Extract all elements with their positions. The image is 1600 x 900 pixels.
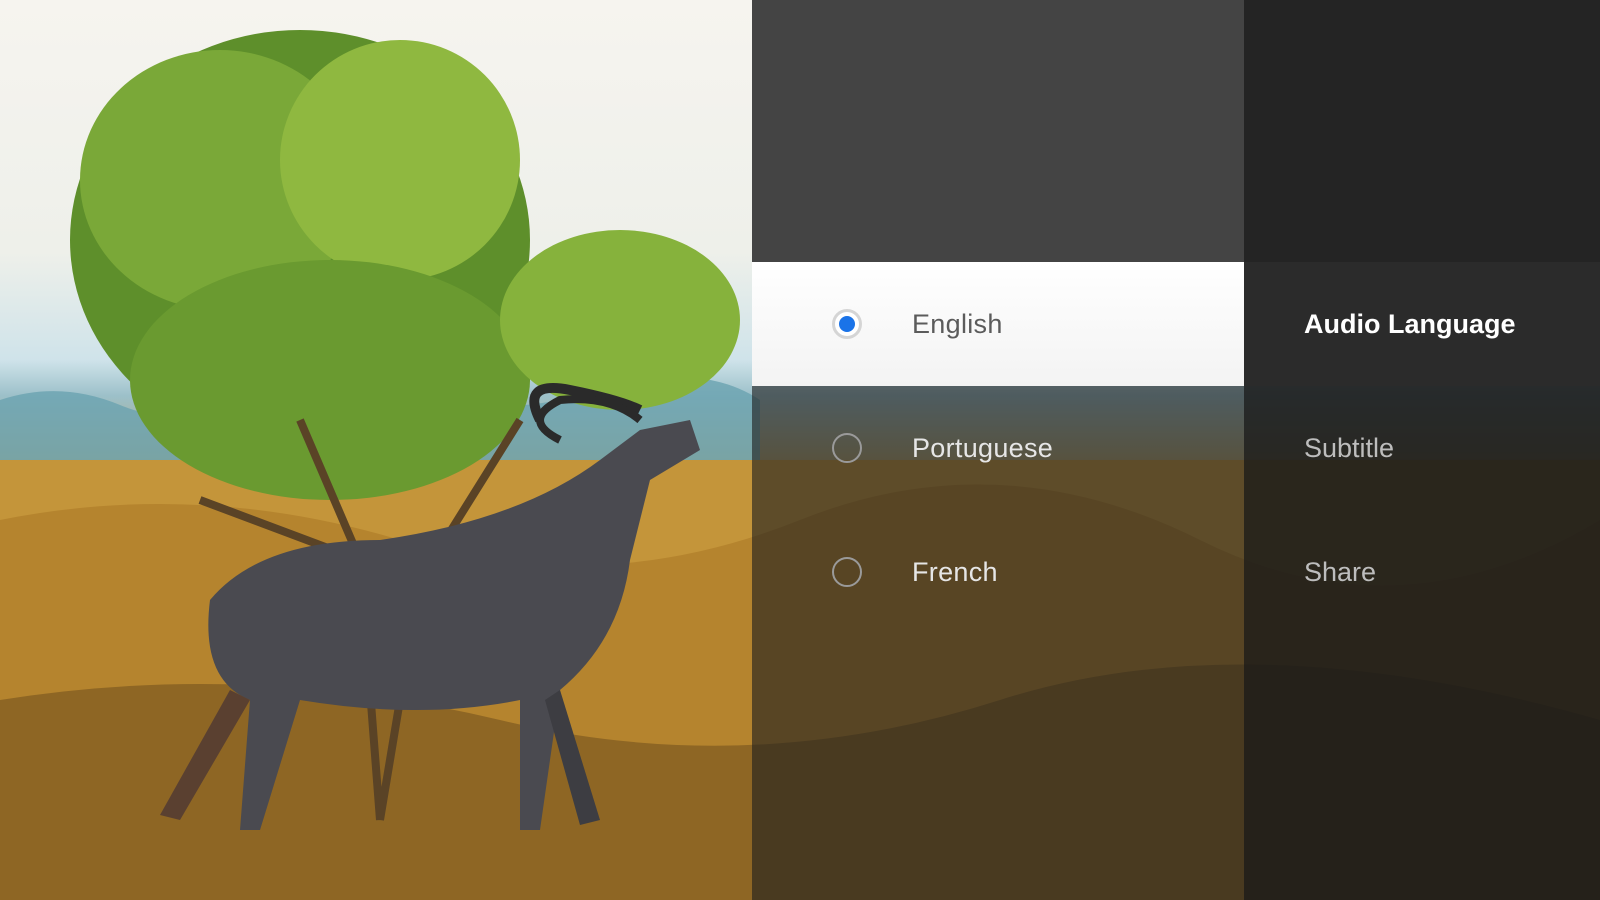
language-option-english[interactable]: English [752,262,1244,386]
menu-item-share[interactable]: Share [1244,510,1600,634]
tv-player-screen: English Portuguese French Audio Language… [0,0,1600,900]
radio-unselected-icon [832,557,862,587]
language-option-portuguese[interactable]: Portuguese [752,386,1244,510]
audio-language-options-panel: English Portuguese French [752,0,1244,900]
language-option-french[interactable]: French [752,510,1244,634]
language-option-label: English [912,308,1003,339]
menu-item-label: Subtitle [1304,432,1395,463]
categories-panel-header-area [1244,0,1600,262]
language-option-label: French [912,556,998,587]
language-option-label: Portuguese [912,432,1054,463]
settings-categories-panel: Audio Language Subtitle Share [1244,0,1600,900]
menu-item-audio-language[interactable]: Audio Language [1244,262,1600,386]
radio-selected-icon [832,309,862,339]
radio-unselected-icon [832,433,862,463]
menu-item-label: Share [1304,556,1377,587]
menu-item-subtitle[interactable]: Subtitle [1244,386,1600,510]
options-panel-header-area [752,0,1244,262]
menu-item-label: Audio Language [1304,308,1516,339]
